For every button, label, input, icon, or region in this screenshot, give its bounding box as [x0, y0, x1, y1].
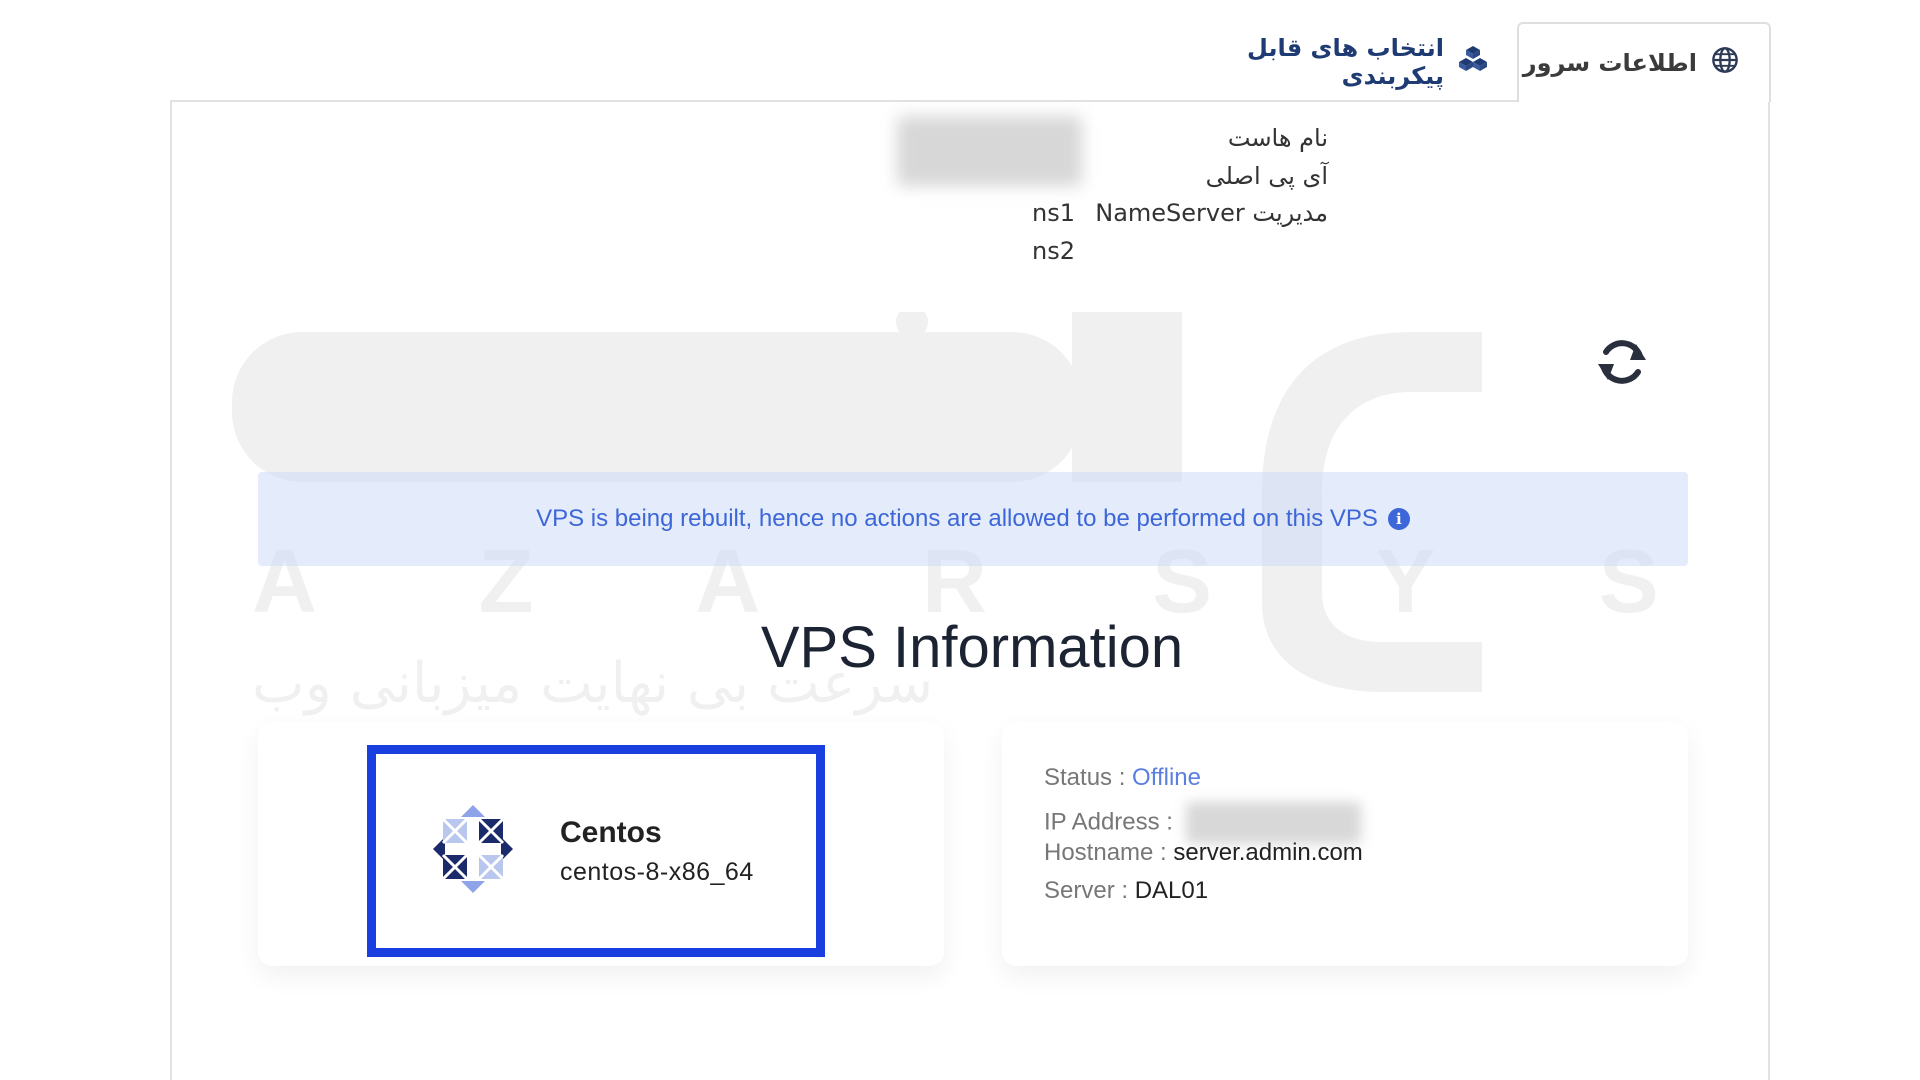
vps-hostname-value: server.admin.com [1173, 839, 1363, 866]
refresh-button[interactable] [1592, 332, 1652, 392]
vps-hostname-label: Hostname : [1044, 839, 1167, 866]
main-ip-label: آی پی اصلی [1205, 162, 1328, 190]
hostname-label: نام هاست [1227, 124, 1328, 152]
redacted-ip [1185, 802, 1361, 844]
status-label: Status : [1044, 764, 1126, 791]
tab-config-options[interactable]: انتخاب های قابل پیکربندی [1140, 22, 1510, 102]
cubes-icon [1458, 45, 1488, 79]
ip-row: IP Address : [1044, 802, 1361, 844]
os-text: Centos centos-8-x86_64 [560, 816, 754, 887]
vps-information-title: VPS Information [760, 615, 1184, 680]
tab-config-options-label: انتخاب های قابل پیکربندی [1247, 34, 1444, 90]
rebuild-alert: VPS is being rebuilt, hence no actions a… [258, 472, 1688, 566]
globe-icon [1711, 46, 1739, 80]
hostname-row: Hostname : server.admin.com [1044, 839, 1363, 867]
tab-server-info-label: اطلاعات سرور [1522, 49, 1697, 77]
server-value: DAL01 [1134, 877, 1209, 904]
page: اطلاعات سرور انتخاب های قابل پیکربندی A … [0, 0, 1920, 1080]
ns1-label: ns1 [1032, 199, 1075, 227]
refresh-icon [1592, 340, 1652, 396]
alert-message: VPS is being rebuilt, hence no actions a… [536, 505, 1378, 532]
os-name: Centos [560, 815, 662, 849]
redacted-host-values [897, 116, 1082, 186]
server-label: Server : [1044, 877, 1129, 904]
server-info-panel: A Z A R S Y S سرعت بی نهایت میزبانی وب ن… [170, 100, 1770, 1080]
ip-label: IP Address : [1044, 808, 1173, 836]
nameserver-label: مدیریت NameServer [1095, 199, 1328, 227]
ns2-label: ns2 [1032, 237, 1075, 265]
tab-server-info[interactable]: اطلاعات سرور [1517, 22, 1771, 102]
server-row: Server : DAL01 [1044, 877, 1208, 905]
os-highlight-box: Centos centos-8-x86_64 [367, 745, 825, 957]
centos-logo [418, 794, 528, 908]
status-row: Status : Offline [1044, 764, 1201, 792]
os-version: centos-8-x86_64 [560, 857, 754, 886]
info-icon: i [1387, 508, 1410, 530]
status-value: Offline [1132, 764, 1201, 791]
